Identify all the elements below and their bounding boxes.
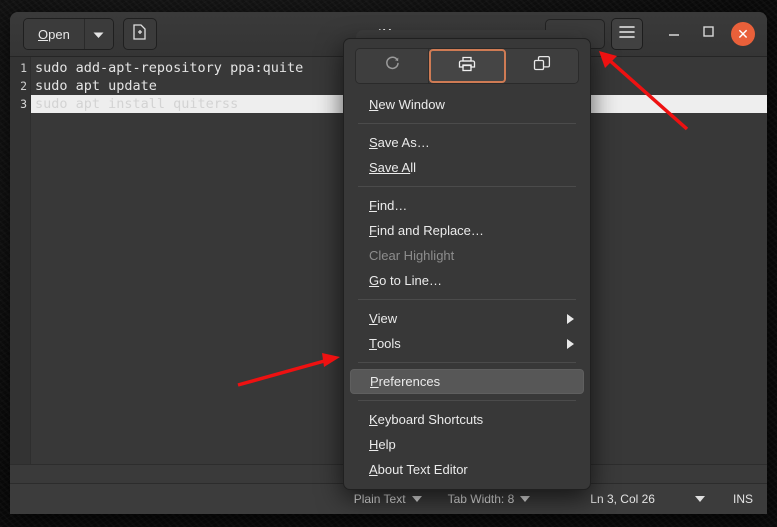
menu-item-tools[interactable]: Tools — [350, 331, 584, 356]
menu-item-go-to-line[interactable]: Go to Line… — [350, 268, 584, 293]
menu-item-label: ools — [376, 336, 401, 351]
chevron-down-icon — [520, 496, 531, 502]
print-icon — [458, 55, 476, 78]
line-text: sudo apt update — [35, 78, 157, 94]
new-document-button[interactable] — [122, 18, 157, 50]
close-icon: ✕ — [737, 25, 749, 42]
new-document-icon — [132, 23, 147, 45]
tab-width-selector[interactable]: Tab Width: 8 — [448, 492, 531, 506]
open-button-mnemonic: O — [38, 26, 49, 42]
maximize-icon — [702, 25, 715, 43]
chevron-right-icon — [567, 338, 574, 349]
maximize-button[interactable] — [691, 17, 725, 51]
new-window-button[interactable] — [505, 49, 578, 83]
close-button[interactable]: ✕ — [731, 22, 755, 46]
hamburger-menu-icon — [619, 25, 635, 44]
hamburger-menu-button[interactable] — [611, 18, 643, 50]
cursor-position-label: Ln 3, Col 26 — [590, 492, 655, 506]
chevron-right-icon — [567, 313, 574, 324]
menu-item-mnemonic: A — [369, 462, 378, 477]
reload-icon — [384, 55, 401, 77]
insert-mode-indicator: INS — [733, 492, 753, 506]
new-window-icon — [533, 55, 551, 77]
open-dropdown-button[interactable] — [84, 19, 113, 49]
menu-item-save-as[interactable]: Save As… — [350, 130, 584, 155]
menu-item-mnemonic: V — [369, 311, 378, 326]
menu-item-label: elp — [378, 437, 396, 452]
line-number: 3 — [20, 97, 27, 111]
menu-item-mnemonic: P — [370, 374, 379, 389]
menu-item-label: Clear Highlight — [369, 248, 455, 263]
line-number: 2 — [20, 79, 27, 93]
insert-mode-label: INS — [732, 492, 753, 506]
menu-item-find[interactable]: Find… — [350, 193, 584, 218]
line-number: 1 — [20, 61, 27, 75]
menu-item-label: ew Window — [378, 97, 445, 112]
menu-icon-button-row — [355, 48, 579, 84]
menu-separator — [358, 299, 576, 300]
menu-item-view[interactable]: View — [350, 306, 584, 331]
menu-item-about-text-editor[interactable]: About Text Editor — [350, 457, 584, 482]
open-button-label: pen — [48, 26, 70, 42]
menu-separator — [358, 186, 576, 187]
menu-item-label: ave As… — [377, 135, 430, 150]
menu-item-mnemonic: Save A — [369, 160, 411, 175]
text-editor-window: Open *Un — [10, 12, 767, 514]
menu-item-mnemonic: G — [369, 273, 380, 288]
language-selector[interactable]: Plain Text — [354, 492, 422, 506]
open-button-group[interactable]: Open — [23, 18, 114, 50]
language-label: Plain Text — [353, 492, 406, 506]
menu-item-label: references — [378, 374, 441, 389]
menu-item-mnemonic: N — [369, 97, 379, 112]
menu-item-label: ind… — [376, 198, 408, 213]
menu-item-preferences[interactable]: Preferences — [350, 369, 584, 394]
print-button[interactable] — [429, 49, 506, 83]
menu-item-label: iew — [377, 311, 398, 326]
line-text: sudo apt install quiterss — [35, 96, 239, 112]
menu-item-list: New Window Save As… Save All Find… Find and … — [344, 92, 590, 482]
menu-item-help[interactable]: Help — [350, 432, 584, 457]
main-menu-popup: New Window Save As… Save All Find… Find and … — [343, 38, 591, 490]
menu-separator — [358, 400, 576, 401]
menu-item-mnemonic: F — [369, 223, 377, 238]
menu-item-label: o to Line… — [379, 273, 442, 288]
menu-item-mnemonic: T — [369, 336, 377, 351]
cursor-position[interactable]: Ln 3, Col 26 — [590, 492, 655, 506]
minimize-button[interactable] — [657, 17, 691, 51]
menu-item-label: eyboard Shortcuts — [377, 412, 484, 427]
open-button[interactable]: Open — [24, 19, 85, 49]
menu-item-mnemonic: H — [369, 437, 379, 452]
chevron-down-icon — [93, 27, 104, 42]
menu-item-label: ll — [410, 160, 416, 175]
tab-width-label: Tab Width: 8 — [447, 492, 515, 506]
menu-separator — [358, 123, 576, 124]
chevron-down-icon — [694, 496, 705, 502]
menu-item-clear-highlight: Clear Highlight — [350, 243, 584, 268]
position-dropdown-button[interactable] — [694, 496, 705, 502]
menu-item-keyboard-shortcuts[interactable]: Keyboard Shortcuts — [350, 407, 584, 432]
menu-item-new-window[interactable]: New Window — [350, 92, 584, 117]
menu-item-mnemonic: F — [369, 198, 377, 213]
menu-item-label: ind and Replace… — [376, 223, 484, 238]
menu-item-mnemonic: K — [369, 412, 378, 427]
chevron-down-icon — [411, 496, 422, 502]
line-number-gutter — [10, 57, 31, 464]
menu-separator — [358, 362, 576, 363]
menu-item-find-and-replace[interactable]: Find and Replace… — [350, 218, 584, 243]
minimize-icon — [667, 25, 681, 43]
line-text: sudo add-apt-repository ppa:quite — [35, 60, 304, 76]
menu-item-save-all[interactable]: Save All — [350, 155, 584, 180]
menu-item-mnemonic: S — [369, 135, 378, 150]
menu-item-label: bout Text Editor — [377, 462, 468, 477]
reload-button[interactable] — [356, 49, 430, 83]
